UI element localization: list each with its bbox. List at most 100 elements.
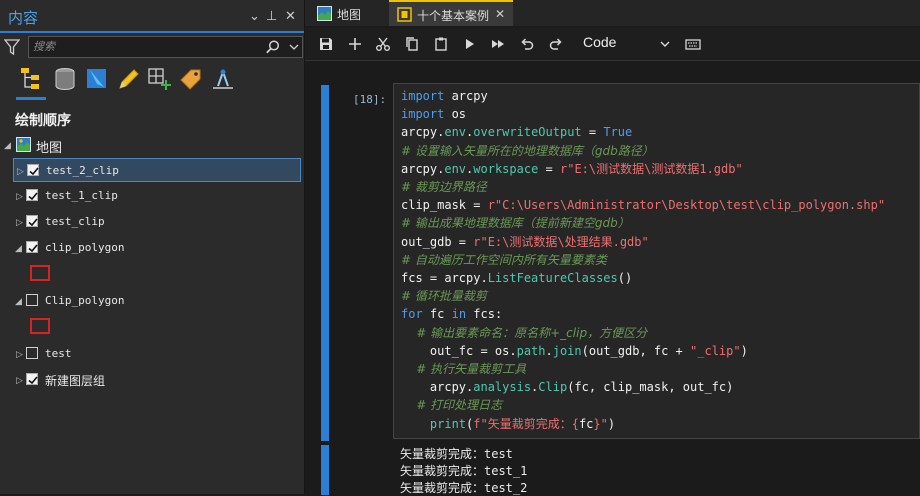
close-tab-icon[interactable]: ✕: [495, 7, 505, 21]
output-line: 矢量裁剪完成：test_1: [400, 464, 528, 478]
expanded-triangle-icon[interactable]: ◢: [4, 140, 11, 150]
layer-item-test-1-clip[interactable]: ▷ test_1_clip: [13, 184, 301, 208]
data-source-icon[interactable]: [52, 66, 78, 92]
expanded-triangle-icon[interactable]: ◢: [15, 296, 22, 306]
code-token: # 执行矢量裁剪工具: [401, 362, 527, 376]
search-box[interactable]: [28, 36, 303, 58]
collapsed-triangle-icon[interactable]: ▷: [16, 217, 23, 227]
layer-visibility-checkbox[interactable]: [27, 164, 39, 176]
editing-icon[interactable]: [116, 66, 142, 92]
save-icon[interactable]: [318, 36, 334, 52]
undo-icon[interactable]: [519, 36, 535, 52]
charts-icon[interactable]: [210, 66, 236, 92]
code-comment-line: # 输出要素命名：原名称+_clip，方便区分: [401, 325, 647, 341]
add-cell-icon[interactable]: [347, 36, 363, 52]
check-icon: [28, 244, 38, 253]
code-token: join: [552, 343, 582, 358]
polygon-symbol-swatch[interactable]: [30, 265, 50, 281]
keyboard-icon[interactable]: [685, 36, 701, 52]
expanded-triangle-icon[interactable]: ◢: [15, 243, 22, 253]
layer-visibility-checkbox[interactable]: [26, 347, 38, 359]
layer-item-test-clip[interactable]: ▷ test_clip: [13, 210, 301, 234]
run-all-icon[interactable]: [490, 36, 506, 52]
polygon-symbol-swatch[interactable]: [30, 318, 50, 334]
code-token: arcpy.: [401, 161, 445, 176]
code-token: import: [401, 107, 445, 122]
code-line: print(f"矢量裁剪完成：{fc}"): [401, 416, 615, 432]
paste-icon[interactable]: [433, 36, 449, 52]
cut-icon[interactable]: [375, 36, 391, 52]
collapsed-triangle-icon[interactable]: ▷: [16, 191, 23, 201]
snapping-icon[interactable]: [146, 66, 172, 92]
code-comment-line: # 裁剪边界路径: [401, 179, 487, 195]
check-icon: [28, 192, 38, 201]
notebook-area: [18]: import arcpy import os arcpy.env.ove…: [305, 61, 920, 495]
pane-title: 内容: [8, 9, 39, 27]
collapsed-triangle-icon[interactable]: ▷: [17, 166, 24, 176]
code-line: clip_mask = r"C:\Users\Administrator\Des…: [401, 197, 885, 213]
output-line: 矢量裁剪完成：test_2: [400, 481, 528, 495]
drawing-order-icon[interactable]: [18, 66, 44, 92]
code-token: (): [617, 271, 633, 285]
chevron-down-icon[interactable]: [659, 38, 671, 50]
code-cell-editor[interactable]: import arcpy import os arcpy.env.overwrite…: [393, 83, 920, 439]
layer-visibility-checkbox[interactable]: [26, 373, 38, 385]
tab-notebook[interactable]: 十个基本案例 ✕: [389, 0, 513, 26]
layer-visibility-checkbox[interactable]: [26, 215, 38, 227]
code-token: workspace: [473, 161, 539, 176]
code-token: fc: [578, 416, 594, 431]
pin-button[interactable]: ⊥: [266, 8, 277, 24]
layer-item-group-layer[interactable]: ▷ 新建图层组: [13, 368, 301, 392]
pane-menu-button[interactable]: ⌄: [249, 8, 260, 24]
copy-icon[interactable]: [404, 36, 420, 52]
contents-pane-header: 内容 ⌄ ⊥ ✕: [0, 0, 304, 34]
layer-visibility-checkbox[interactable]: [26, 294, 38, 306]
layer-visibility-checkbox[interactable]: [26, 189, 38, 201]
code-token: arcpy.: [401, 125, 445, 140]
code-token: =: [581, 125, 604, 140]
layer-visibility-checkbox[interactable]: [26, 241, 38, 253]
code-token: out_fc = os.: [401, 343, 517, 358]
code-token: # 输出成果地理数据库（提前新建空gdb）: [401, 216, 630, 231]
code-comment-line: # 输出成果地理数据库（提前新建空gdb）: [401, 215, 630, 231]
map-node[interactable]: ◢ 地图: [4, 136, 294, 156]
code-token: r"E:\测试数据\处理结果.gdb": [473, 234, 649, 249]
code-token: # 设置输入矢量所在的地理数据库（gdb路径）: [401, 143, 654, 158]
run-cell-icon[interactable]: [462, 36, 478, 52]
collapsed-triangle-icon[interactable]: ▷: [16, 349, 23, 359]
chevron-down-icon[interactable]: [287, 39, 301, 55]
selected-cell-indicator[interactable]: [321, 85, 329, 441]
output-line: 矢量裁剪完成：test: [400, 447, 513, 461]
code-token: path: [516, 343, 546, 358]
code-token: fcs:: [466, 307, 503, 322]
document-tab-bar: 地图 十个基本案例 ✕: [305, 0, 920, 26]
check-icon: [29, 167, 39, 176]
tab-label: 十个基本案例: [417, 9, 490, 23]
code-token: in: [451, 307, 467, 322]
cell-type-select[interactable]: Code: [583, 34, 616, 50]
notebook-toolbar: Code: [305, 28, 920, 61]
output-collapse-indicator[interactable]: [321, 445, 329, 495]
collapsed-triangle-icon[interactable]: ▷: [16, 375, 23, 385]
code-token: True: [603, 125, 633, 140]
layer-item-clip-polygon[interactable]: ◢ clip_polygon: [13, 236, 301, 260]
code-token: }": [593, 416, 608, 431]
layer-label: test_clip: [45, 215, 105, 228]
tab-map[interactable]: 地图: [311, 0, 387, 26]
contents-view-tabs: [14, 64, 300, 100]
redo-icon[interactable]: [548, 36, 564, 52]
close-pane-button[interactable]: ✕: [285, 8, 296, 24]
layer-label: 新建图层组: [45, 374, 106, 388]
layer-item-test[interactable]: ▷ test: [13, 342, 301, 366]
layer-item-clip-polygon-2[interactable]: ◢ Clip_polygon: [13, 289, 301, 313]
check-icon: [28, 376, 38, 385]
selection-icon[interactable]: [84, 66, 110, 92]
code-token: # 自动遍历工作空间内所有矢量要素类: [401, 252, 607, 267]
code-line: out_gdb = r"E:\测试数据\处理结果.gdb": [401, 234, 649, 250]
layer-item-test-2-clip[interactable]: ▷ test_2_clip: [13, 158, 301, 182]
funnel-icon[interactable]: [4, 38, 20, 56]
active-view-indicator: [16, 97, 46, 100]
search-icon[interactable]: [265, 39, 281, 55]
search-input[interactable]: [33, 38, 253, 55]
labeling-icon[interactable]: [178, 66, 204, 92]
